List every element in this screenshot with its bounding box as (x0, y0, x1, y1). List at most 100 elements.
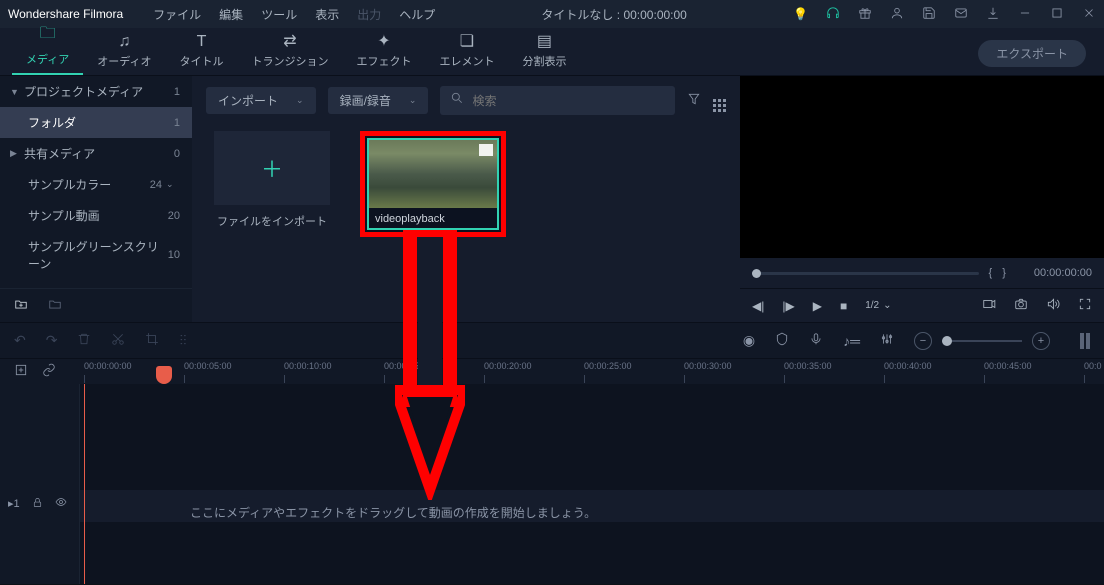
ruler-tick: 00:00:15:00 (384, 361, 432, 371)
ruler-tick: 00:00:00:00 (84, 361, 132, 371)
seek-bar[interactable] (752, 272, 979, 275)
preview-panel: { } 00:00:00:00 ◀| |▶ ▶ ■ 1/2 ⌄ (740, 76, 1104, 322)
out-mark[interactable]: } (1002, 267, 1006, 279)
ruler-tick: 00:00:45:00 (984, 361, 1032, 371)
minimize-icon[interactable] (1018, 6, 1032, 23)
playhead-line[interactable] (84, 384, 85, 584)
save-icon[interactable] (922, 6, 936, 23)
audio-mixer-icon[interactable]: ♪═ (843, 333, 860, 349)
menu-file[interactable]: ファイル (153, 6, 201, 23)
ruler-tick: 00:00:35:00 (784, 361, 832, 371)
stop-icon[interactable]: ■ (840, 299, 847, 313)
zoom-out-icon[interactable]: − (914, 332, 932, 350)
sidebar-item-sample-video[interactable]: サンプル動画20 (0, 200, 192, 231)
search-input[interactable] (472, 94, 665, 108)
video-track-head[interactable]: ▸1 (0, 496, 67, 511)
download-icon[interactable] (986, 6, 1000, 23)
snapshot-icon[interactable] (1014, 297, 1028, 314)
cut-icon[interactable] (111, 332, 125, 349)
sidebar-item-project-media[interactable]: ▼プロジェクトメディア1 (0, 76, 192, 107)
redo-icon[interactable]: ↷ (46, 332, 58, 349)
message-icon[interactable] (954, 6, 968, 23)
menu-tool[interactable]: ツール (261, 6, 297, 23)
search-box[interactable] (440, 86, 675, 115)
grid-view-icon[interactable] (713, 89, 726, 112)
quality-icon[interactable] (982, 297, 996, 314)
export-button[interactable]: エクスポート (978, 40, 1086, 67)
support-icon[interactable] (826, 6, 840, 23)
menu-help[interactable]: ヘルプ (399, 6, 435, 23)
zoom-fit-icon[interactable] (1080, 333, 1090, 349)
import-dropdown[interactable]: インポート⌄ (206, 87, 316, 114)
marker-icon[interactable] (775, 332, 789, 349)
media-toolbar: インポート⌄ 録画/録音⌄ (192, 76, 740, 125)
menu-edit[interactable]: 編集 (219, 6, 243, 23)
ruler-ticks[interactable]: 00:00:00:00 00:00:05:00 00:00:10:00 00:0… (80, 359, 1104, 384)
zoom-handle[interactable] (942, 336, 952, 346)
fullscreen-icon[interactable] (1078, 297, 1092, 314)
ruler-tick: 00:00:10:00 (284, 361, 332, 371)
voiceover-icon[interactable] (809, 332, 823, 349)
in-mark[interactable]: { (989, 267, 993, 279)
account-icon[interactable] (890, 6, 904, 23)
maximize-icon[interactable] (1050, 6, 1064, 23)
record-dropdown[interactable]: 録画/録音⌄ (328, 87, 429, 114)
media-panel: インポート⌄ 録画/録音⌄ ＋ ファイルをインポート videoplayback (192, 76, 740, 322)
track-media-icon: ▸1 (8, 497, 20, 510)
tab-effect[interactable]: ✦エフェクト (342, 27, 425, 75)
media-grid: ＋ ファイルをインポート videoplayback (192, 125, 740, 243)
tab-split[interactable]: ▤分割表示 (508, 27, 580, 75)
link-icon[interactable] (42, 363, 56, 380)
tab-media[interactable]: 🗀メディア (12, 18, 83, 75)
prev-frame-icon[interactable]: ◀| (752, 299, 764, 313)
tab-transition[interactable]: ⇄トランジション (237, 27, 342, 75)
next-frame-icon[interactable]: |▶ (782, 299, 794, 313)
folder-group-icon[interactable] (48, 297, 62, 314)
titlebar-actions: 💡 (793, 6, 1096, 23)
audio-adjust-icon[interactable]: ⫶⫶ (179, 332, 186, 349)
timeline-zoom: − + (914, 332, 1050, 350)
preview-screen[interactable] (740, 76, 1104, 258)
mixer-icon[interactable] (880, 332, 894, 349)
sidebar-item-sample-greenscreen[interactable]: サンプルグリーンスクリーン10 (0, 231, 192, 279)
tab-audio[interactable]: ♫オーディオ (83, 29, 165, 75)
zoom-slider[interactable] (942, 340, 1022, 342)
volume-icon[interactable] (1046, 297, 1060, 314)
ruler-tick: 00:00:25:00 (584, 361, 632, 371)
new-folder-icon[interactable] (14, 297, 28, 314)
sidebar-item-sample-color[interactable]: サンプルカラー24⌄ (0, 169, 192, 200)
filter-icon[interactable] (687, 92, 701, 109)
delete-icon[interactable] (77, 332, 91, 349)
seek-handle[interactable] (752, 269, 761, 278)
tab-title[interactable]: Tタイトル (165, 29, 237, 75)
timeline[interactable]: ▸1 ここにメディアやエフェクトをドラッグして動画の作成を開始しましょう。 (0, 384, 1104, 584)
menu-view[interactable]: 表示 (315, 6, 339, 23)
import-tile[interactable]: ＋ ファイルをインポート (214, 131, 330, 237)
zoom-in-icon[interactable]: + (1032, 332, 1050, 350)
text-icon: T (197, 33, 207, 51)
close-icon[interactable] (1082, 6, 1096, 23)
tips-icon[interactable]: 💡 (793, 7, 808, 21)
lock-icon[interactable] (32, 497, 43, 511)
clip-type-icon (479, 144, 493, 156)
ruler-tick: 00:00:05:00 (184, 361, 232, 371)
sidebar-item-folder[interactable]: フォルダ1 (0, 107, 192, 138)
track-area[interactable]: ここにメディアやエフェクトをドラッグして動画の作成を開始しましょう。 (80, 384, 1104, 584)
track-gutter: ▸1 (0, 384, 80, 584)
gift-icon[interactable] (858, 6, 872, 23)
visibility-icon[interactable] (55, 496, 67, 511)
ruler-tick: 00:00:40:00 (884, 361, 932, 371)
timeline-toolbar: ↶ ↷ ⫶⫶ ◉ ♪═ − + (0, 322, 1104, 358)
zoom-ratio[interactable]: 1/2 ⌄ (865, 300, 891, 311)
media-clip[interactable]: videoplayback (360, 131, 506, 237)
play-icon[interactable]: ▶ (813, 299, 822, 313)
undo-icon[interactable]: ↶ (14, 332, 26, 349)
titlebar: Wondershare Filmora ファイル 編集 ツール 表示 出力 ヘル… (0, 0, 1104, 28)
crop-icon[interactable] (145, 332, 159, 349)
media-sidebar: ▼プロジェクトメディア1 フォルダ1 ▶共有メディア0 サンプルカラー24⌄ サ… (0, 76, 192, 322)
sidebar-item-shared-media[interactable]: ▶共有メディア0 (0, 138, 192, 169)
add-track-icon[interactable] (14, 363, 28, 380)
render-icon[interactable]: ◉ (743, 332, 755, 349)
playhead-handle[interactable] (156, 366, 172, 384)
tab-element[interactable]: ❏エレメント (425, 27, 508, 75)
